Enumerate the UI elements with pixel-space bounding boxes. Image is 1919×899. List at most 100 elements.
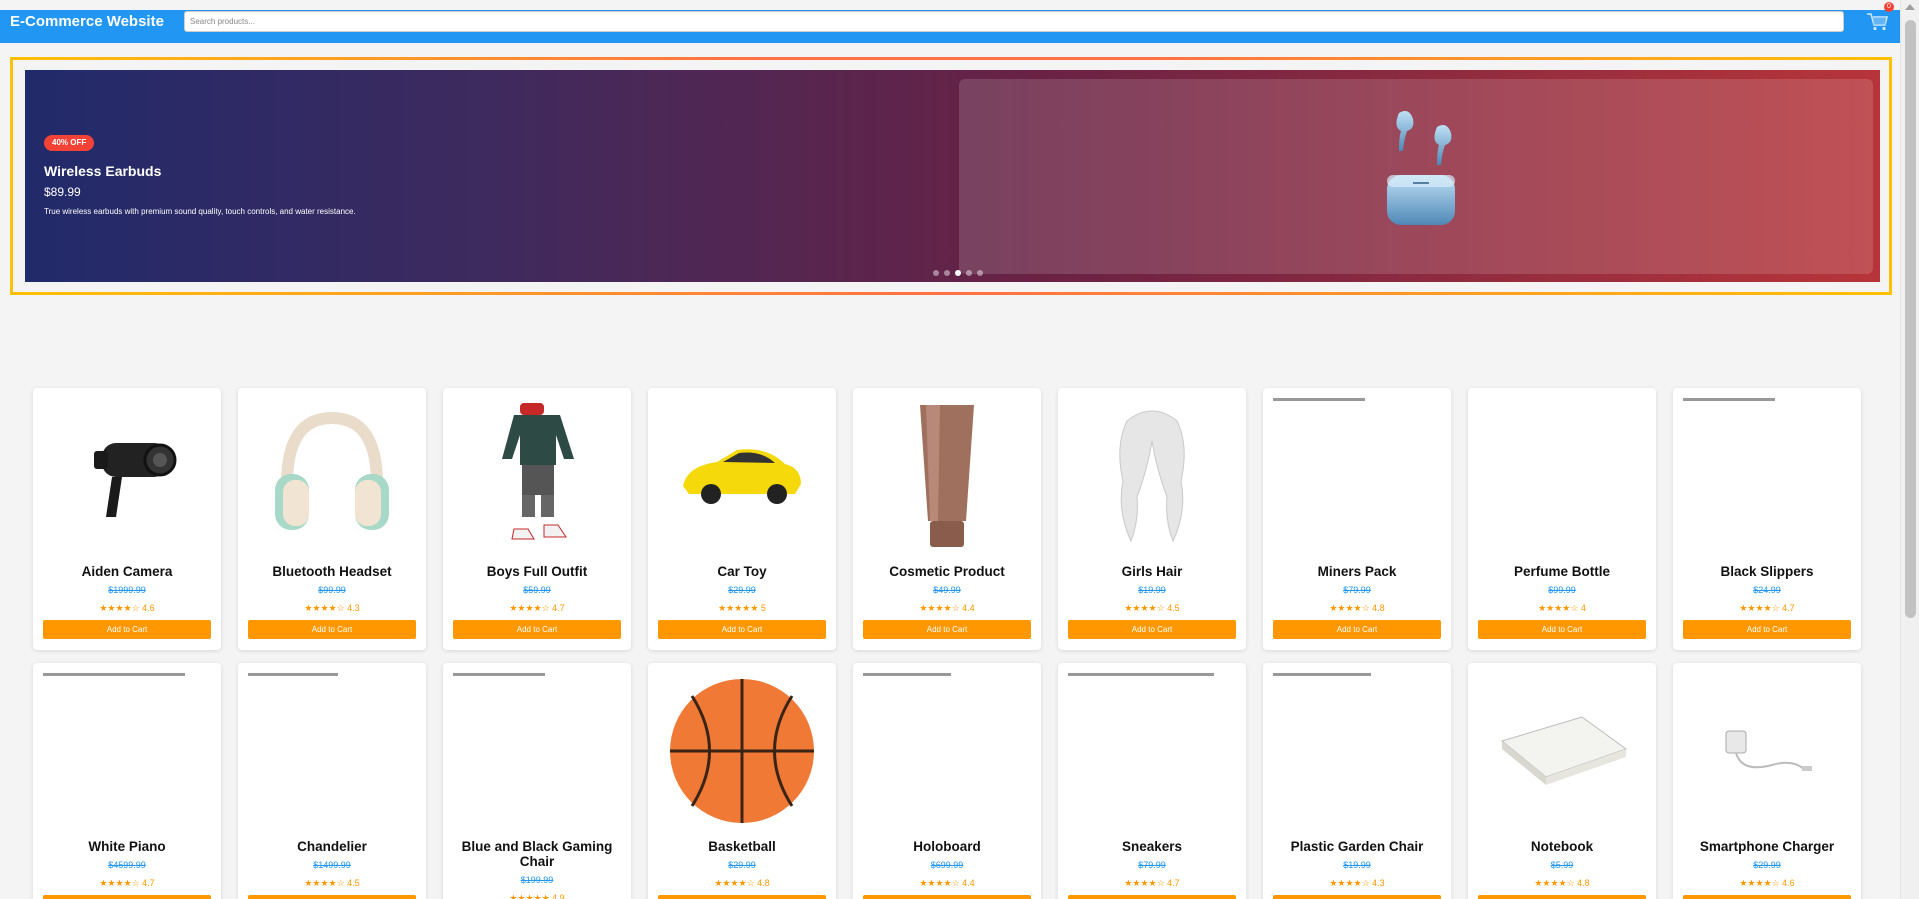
- add-to-cart-button[interactable]: Add to Cart: [43, 895, 211, 899]
- carousel-dot[interactable]: [977, 270, 983, 276]
- add-to-cart-button[interactable]: Add to Cart: [1068, 895, 1236, 899]
- product-card[interactable]: White Piano $4599.99 ★★★★☆ 4.7 Add to Cart: [33, 663, 221, 899]
- product-name[interactable]: Black Slippers: [1677, 564, 1857, 579]
- add-to-cart-button[interactable]: Add to Cart: [1683, 895, 1851, 899]
- product-card[interactable]: Black Slippers $24.99 ★★★★☆ 4.7 Add to Cart: [1673, 388, 1861, 650]
- product-card[interactable]: Bluetooth Headset $99.99 ★★★★☆ 4.3 Add to C…: [238, 388, 426, 650]
- scrollbar-thumb[interactable]: [1905, 20, 1916, 618]
- product-card[interactable]: Girls Hair $19.99 ★★★★☆ 4.5 Add to Cart: [1058, 388, 1246, 650]
- product-name[interactable]: Sneakers: [1062, 839, 1242, 854]
- carousel-dot-active[interactable]: [955, 270, 961, 276]
- product-card[interactable]: Aiden Camera $1999.99 ★★★★☆ 4.6 Add to Cart: [33, 388, 221, 650]
- product-name[interactable]: Perfume Bottle: [1472, 564, 1652, 579]
- image-loading-bar: [1273, 673, 1371, 676]
- add-to-cart-button[interactable]: Add to Cart: [658, 620, 826, 639]
- product-rating: ★★★★☆ 4.5: [1124, 603, 1180, 613]
- product-card[interactable]: Blue and Black Gaming Chair $199.99 ★★★★★ …: [443, 663, 631, 899]
- product-name[interactable]: Basketball: [652, 839, 832, 854]
- product-name[interactable]: Boys Full Outfit: [447, 564, 627, 579]
- product-name[interactable]: White Piano: [37, 839, 217, 854]
- product-name[interactable]: Holoboard: [857, 839, 1037, 854]
- product-name[interactable]: Chandelier: [242, 839, 422, 854]
- product-image[interactable]: [1478, 400, 1646, 552]
- product-image[interactable]: [248, 400, 416, 552]
- product-card[interactable]: Cosmetic Product $49.99 ★★★★☆ 4.4 Add to Ca…: [853, 388, 1041, 650]
- product-price: $199.99: [520, 875, 554, 885]
- carousel-slide[interactable]: 40% OFF Wireless Earbuds $89.99 True wir…: [25, 70, 1880, 282]
- product-image[interactable]: [43, 400, 211, 552]
- product-name[interactable]: Aiden Camera: [37, 564, 217, 579]
- cart-count-badge: 0: [1884, 2, 1894, 12]
- add-to-cart-button[interactable]: Add to Cart: [863, 620, 1031, 639]
- product-image[interactable]: [1068, 400, 1236, 552]
- product-image[interactable]: [43, 675, 211, 827]
- add-to-cart-button[interactable]: Add to Cart: [43, 620, 211, 639]
- add-to-cart-button[interactable]: Add to Cart: [248, 895, 416, 899]
- product-image[interactable]: [1273, 400, 1441, 552]
- product-image[interactable]: [863, 675, 1031, 827]
- product-name[interactable]: Plastic Garden Chair: [1267, 839, 1447, 854]
- product-card[interactable]: Chandelier $1499.99 ★★★★☆ 4.5 Add to Cart: [238, 663, 426, 899]
- product-price: $49.99: [933, 585, 961, 595]
- product-name[interactable]: Miners Pack: [1267, 564, 1447, 579]
- product-name[interactable]: Notebook: [1472, 839, 1652, 854]
- carousel-dot[interactable]: [944, 270, 950, 276]
- add-to-cart-button[interactable]: Add to Cart: [863, 895, 1031, 899]
- product-price: $29.99: [728, 860, 756, 870]
- add-to-cart-button[interactable]: Add to Cart: [1068, 620, 1236, 639]
- add-to-cart-button[interactable]: Add to Cart: [1478, 895, 1646, 899]
- carousel-dot[interactable]: [933, 270, 939, 276]
- product-image[interactable]: [863, 400, 1031, 552]
- product-card[interactable]: Sneakers $79.99 ★★★★☆ 4.7 Add to Cart: [1058, 663, 1246, 899]
- product-name[interactable]: Blue and Black Gaming Chair: [447, 839, 627, 869]
- product-image[interactable]: [658, 675, 826, 827]
- product-card[interactable]: Notebook $5.99 ★★★★☆ 4.8 Add to Cart: [1468, 663, 1656, 899]
- add-to-cart-button[interactable]: Add to Cart: [1683, 620, 1851, 639]
- product-card[interactable]: Perfume Bottle $99.99 ★★★★☆ 4 Add to Cart: [1468, 388, 1656, 650]
- product-grid: Aiden Camera $1999.99 ★★★★☆ 4.6 Add to Cart…: [33, 388, 1861, 899]
- product-image[interactable]: [1683, 400, 1851, 552]
- featured-carousel: 40% OFF Wireless Earbuds $89.99 True wir…: [10, 57, 1892, 295]
- page-scrollbar[interactable]: [1900, 0, 1919, 899]
- product-name[interactable]: Bluetooth Headset: [242, 564, 422, 579]
- product-card[interactable]: Miners Pack $79.99 ★★★★☆ 4.8 Add to Cart: [1263, 388, 1451, 650]
- product-card[interactable]: Plastic Garden Chair $19.99 ★★★★☆ 4.3 Add t…: [1263, 663, 1451, 899]
- product-card[interactable]: Holoboard $699.99 ★★★★☆ 4.4 Add to Cart: [853, 663, 1041, 899]
- product-price: $1999.99: [108, 585, 146, 595]
- site-title[interactable]: E-Commerce Website: [10, 13, 164, 31]
- product-price: $79.99: [1343, 585, 1371, 595]
- product-image[interactable]: [1683, 675, 1851, 827]
- product-price: $19.99: [1343, 860, 1371, 870]
- product-price: $24.99: [1753, 585, 1781, 595]
- product-name[interactable]: Girls Hair: [1062, 564, 1242, 579]
- product-card[interactable]: Smartphone Charger $29.99 ★★★★☆ 4.6 Add to …: [1673, 663, 1861, 899]
- product-card[interactable]: Boys Full Outfit $59.99 ★★★★☆ 4.7 Add to Ca…: [443, 388, 631, 650]
- product-image[interactable]: [453, 400, 621, 552]
- add-to-cart-button[interactable]: Add to Cart: [248, 620, 416, 639]
- product-card[interactable]: Basketball $29.99 ★★★★☆ 4.8 Add to Cart: [648, 663, 836, 899]
- scroll-up-arrow-icon[interactable]: [1905, 4, 1915, 10]
- product-image[interactable]: [1478, 675, 1646, 827]
- product-name[interactable]: Car Toy: [652, 564, 832, 579]
- add-to-cart-button[interactable]: Add to Cart: [1273, 895, 1441, 899]
- product-image[interactable]: [658, 400, 826, 552]
- search-input[interactable]: [184, 11, 1844, 32]
- product-name[interactable]: Smartphone Charger: [1677, 839, 1857, 854]
- product-image[interactable]: [453, 675, 621, 827]
- product-card[interactable]: Car Toy $29.99 ★★★★★ 5 Add to Cart: [648, 388, 836, 650]
- product-image[interactable]: [1068, 675, 1236, 827]
- product-name[interactable]: Cosmetic Product: [857, 564, 1037, 579]
- add-to-cart-button[interactable]: Add to Cart: [453, 620, 621, 639]
- product-price: $19.99: [1138, 585, 1166, 595]
- product-price: $1499.99: [313, 860, 351, 870]
- product-image[interactable]: [248, 675, 416, 827]
- cart-icon[interactable]: [1866, 12, 1890, 32]
- add-to-cart-button[interactable]: Add to Cart: [658, 895, 826, 899]
- image-loading-bar: [453, 673, 545, 676]
- add-to-cart-button[interactable]: Add to Cart: [1478, 620, 1646, 639]
- add-to-cart-button[interactable]: Add to Cart: [1273, 620, 1441, 639]
- image-loading-bar: [248, 673, 338, 676]
- product-image[interactable]: [1273, 675, 1441, 827]
- carousel-dot[interactable]: [966, 270, 972, 276]
- slide-image-panel: [959, 79, 1873, 274]
